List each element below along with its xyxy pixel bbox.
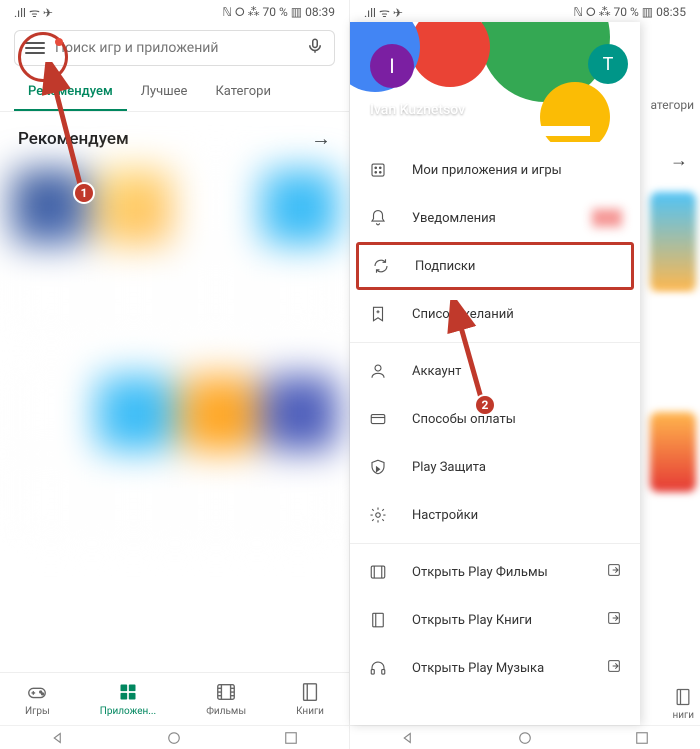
drawer-wishlist[interactable]: Список желаний — [350, 290, 640, 338]
film-icon — [368, 562, 388, 582]
recent-icon[interactable] — [633, 729, 651, 747]
avatar-alt[interactable]: T — [588, 44, 628, 84]
drawer-my-apps[interactable]: Мои приложения и игры — [350, 146, 640, 194]
drawer-open-music[interactable]: Открыть Play Музыка — [350, 644, 640, 682]
home-icon[interactable] — [516, 729, 534, 747]
tab-top[interactable]: Лучшее — [127, 74, 202, 111]
status-left: .ıll ᯤ ✈ — [14, 4, 53, 21]
shield-icon — [368, 457, 388, 477]
drawer-subscriptions[interactable]: Подписки — [356, 242, 634, 290]
nav-movies[interactable]: Фильмы — [206, 681, 246, 717]
notification-blur — [592, 209, 622, 227]
drawer-play-protect[interactable]: Play Защита — [350, 443, 640, 491]
annotation-arrow-1 — [42, 62, 102, 202]
annotation-dot — [55, 38, 63, 46]
bottom-nav: Игры Приложен... Фильмы Книги — [0, 672, 349, 725]
gamepad-icon — [26, 681, 48, 703]
system-nav — [0, 725, 349, 749]
headphones-icon — [368, 658, 388, 678]
card-icon — [368, 409, 388, 429]
exit-icon — [606, 658, 622, 678]
home-icon[interactable] — [165, 729, 183, 747]
exit-icon — [606, 610, 622, 630]
search-input[interactable] — [55, 40, 306, 56]
book-icon — [299, 681, 321, 703]
person-icon — [368, 361, 388, 381]
exit-icon — [606, 562, 622, 582]
nav-apps[interactable]: Приложен... — [100, 681, 156, 717]
status-bar-right: .ıll ᯤ ✈ ℕ ⭘ ⁂ 70 % ▥ 08:35 — [350, 0, 700, 22]
grid-dots-icon — [368, 160, 388, 180]
arrow-right-icon[interactable]: → — [311, 126, 331, 151]
drawer-settings[interactable]: Настройки — [350, 491, 640, 539]
recent-icon[interactable] — [282, 729, 300, 747]
annotation-badge-2: 2 — [474, 394, 496, 416]
system-nav-right — [350, 725, 700, 749]
status-right: ℕ ⭘ ⁂ 70 % ▥ 08:39 — [222, 5, 335, 20]
nav-games[interactable]: Игры — [25, 681, 50, 717]
book-icon — [673, 687, 693, 707]
refresh-icon — [371, 256, 391, 276]
drawer-open-movies[interactable]: Открыть Play Фильмы — [350, 548, 640, 596]
redacted-email — [370, 126, 590, 136]
gear-icon — [368, 505, 388, 525]
peek-background: атегори → ниги — [640, 22, 700, 725]
drawer-account[interactable]: Аккаунт — [350, 347, 640, 395]
annotation-badge-1: 1 — [73, 182, 95, 204]
nav-books[interactable]: Книги — [296, 681, 324, 717]
back-icon[interactable] — [399, 729, 417, 747]
avatar-main[interactable]: I — [370, 44, 414, 88]
back-icon[interactable] — [49, 729, 67, 747]
drawer-open-books[interactable]: Открыть Play Книги — [350, 596, 640, 644]
tab-categories[interactable]: Категори — [201, 74, 285, 111]
navigation-drawer: I T Ivan Kuznetsov Мои приложения и игры… — [350, 22, 640, 725]
bell-icon — [368, 208, 388, 228]
user-name: Ivan Kuznetsov — [370, 102, 465, 118]
book-icon — [368, 610, 388, 630]
blurred-app-grid — [8, 165, 341, 585]
drawer-header[interactable]: I T Ivan Kuznetsov — [350, 22, 640, 142]
status-bar: .ıll ᯤ ✈ ℕ ⭘ ⁂ 70 % ▥ 08:39 — [0, 0, 349, 22]
apps-grid-icon — [117, 681, 139, 703]
film-icon — [215, 681, 237, 703]
bookmark-add-icon — [368, 304, 388, 324]
drawer-notifications[interactable]: Уведомления — [350, 194, 640, 242]
mic-icon[interactable] — [306, 37, 324, 59]
